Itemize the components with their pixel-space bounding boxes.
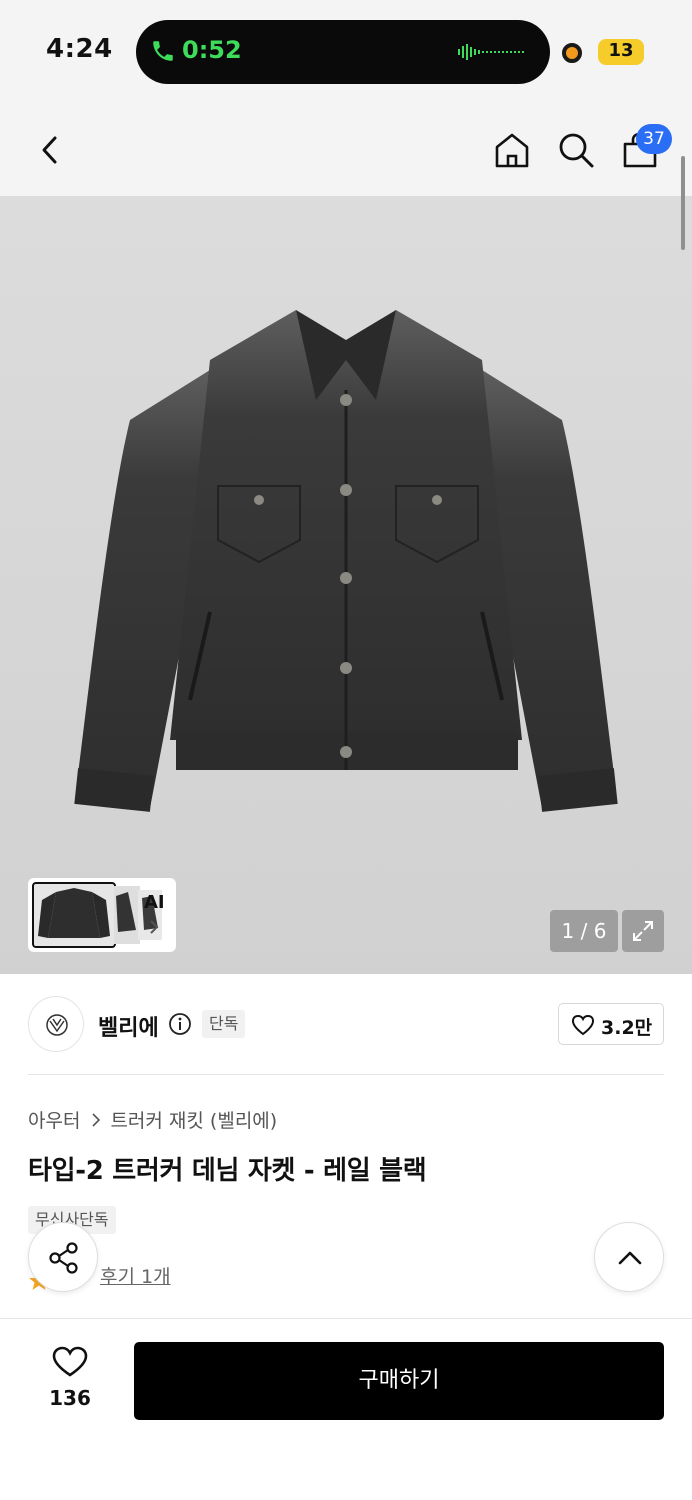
exclusive-tag: 단독 <box>202 1010 246 1038</box>
wishlist-heart-icon[interactable] <box>52 1346 88 1378</box>
share-button[interactable] <box>28 1222 98 1292</box>
page-scrollbar[interactable] <box>681 156 685 250</box>
brand-name[interactable]: 벨리에 <box>98 1010 159 1042</box>
chevron-up-icon <box>618 1251 642 1265</box>
back-icon[interactable] <box>36 130 64 170</box>
info-icon[interactable] <box>168 1012 192 1036</box>
image-thumbnails[interactable]: AI <box>28 878 176 952</box>
chevron-right-icon <box>92 1112 101 1127</box>
section-divider <box>28 1074 664 1075</box>
share-icon <box>49 1242 78 1274</box>
denim-jacket-image <box>74 310 618 812</box>
wishlist-count: 136 <box>49 1386 91 1410</box>
brand-logo[interactable] <box>28 996 84 1052</box>
status-time: 4:24 <box>46 34 113 64</box>
brand-like-count: 3.2만 <box>601 1017 653 1039</box>
thumbnail-current[interactable] <box>32 882 116 948</box>
breadcrumb-category[interactable]: 아우터 <box>28 1106 80 1133</box>
ai-label[interactable]: AI <box>144 892 165 913</box>
brand-like-button[interactable]: 3.2만 <box>558 1003 664 1045</box>
product-title: 타입-2 트러커 데님 자켓 - 레일 블랙 <box>28 1156 427 1186</box>
jacket-thumbnail-image <box>38 888 110 938</box>
expand-icon <box>633 921 653 941</box>
brand-emblem-icon <box>46 1014 68 1036</box>
audio-waveform-icon <box>458 44 524 60</box>
jacket-thumbnail-image <box>116 892 136 932</box>
battery-level: 13 <box>608 40 634 61</box>
cart-count-badge: 37 <box>636 124 672 154</box>
heart-icon <box>571 1014 595 1036</box>
battery-indicator: 13 <box>598 39 644 65</box>
chevron-right-icon <box>150 920 159 934</box>
search-icon[interactable] <box>556 130 596 170</box>
image-page-counter: 1 / 6 <box>550 910 618 952</box>
breadcrumb: 아우터 트러커 재킷 (벨리에) <box>28 1106 277 1133</box>
review-link[interactable]: 후기 1개 <box>100 1262 171 1289</box>
phone-call-icon <box>153 41 173 61</box>
home-icon[interactable] <box>492 130 532 170</box>
breadcrumb-subcategory[interactable]: 트러커 재킷 (벨리에) <box>110 1106 277 1133</box>
buy-button[interactable]: 구매하기 <box>134 1342 664 1420</box>
call-duration: 0:52 <box>182 36 242 64</box>
expand-image-button[interactable] <box>622 910 664 952</box>
thumbnail-2[interactable] <box>114 886 140 944</box>
recording-indicator <box>562 43 582 63</box>
scroll-to-top-button[interactable] <box>594 1222 664 1292</box>
